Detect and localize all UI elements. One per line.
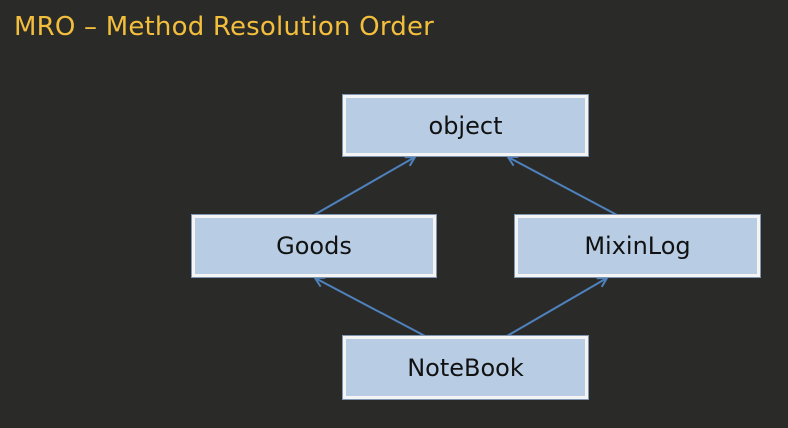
arrow-notebook-to-goods bbox=[315, 278, 426, 337]
arrow-goods-to-object bbox=[313, 157, 415, 216]
slide: MRO – Method Resolution Order object Goo… bbox=[0, 0, 788, 428]
arrow-mixinlog-to-object bbox=[508, 157, 618, 216]
class-label-goods: Goods bbox=[276, 232, 352, 260]
class-box-object: object bbox=[342, 94, 589, 157]
class-label-notebook: NoteBook bbox=[407, 353, 524, 382]
class-label-object: object bbox=[428, 111, 503, 140]
class-box-goods: Goods bbox=[191, 214, 437, 278]
class-box-mixinlog: MixinLog bbox=[514, 214, 761, 278]
class-box-notebook: NoteBook bbox=[342, 335, 589, 400]
arrow-notebook-to-mixinlog bbox=[506, 278, 607, 337]
class-label-mixinlog: MixinLog bbox=[584, 232, 691, 260]
